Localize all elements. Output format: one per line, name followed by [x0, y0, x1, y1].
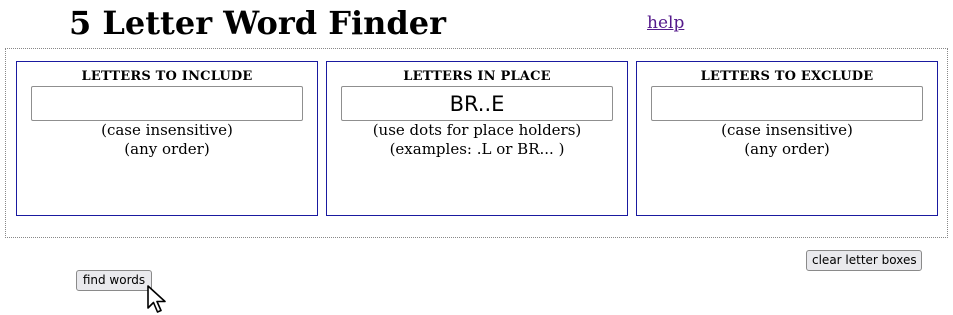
find-words-button[interactable]: find words [76, 270, 152, 291]
mouse-pointer-icon [147, 285, 166, 313]
include-letters-input[interactable] [31, 86, 303, 121]
include-letters-title: LETTERS TO INCLUDE [81, 69, 253, 84]
include-note-order: (any order) [124, 140, 210, 158]
include-letters-panel: LETTERS TO INCLUDE (case insensitive) (a… [16, 61, 318, 216]
place-letters-title: LETTERS IN PLACE [403, 69, 551, 84]
clear-letter-boxes-button[interactable]: clear letter boxes [806, 250, 922, 271]
exclude-letters-input[interactable] [651, 86, 923, 121]
page-title: 5 Letter Word Finder [69, 4, 446, 42]
place-note-dots: (use dots for place holders) [372, 121, 582, 139]
exclude-letters-panel: LETTERS TO EXCLUDE (case insensitive) (a… [636, 61, 938, 216]
exclude-note-case: (case insensitive) [721, 121, 853, 139]
place-letters-input[interactable] [341, 86, 613, 121]
help-link[interactable]: help [647, 13, 684, 33]
include-note-case: (case insensitive) [101, 121, 233, 139]
exclude-note-order: (any order) [744, 140, 830, 158]
place-note-examples: (examples: .L or BR... ) [389, 140, 565, 158]
exclude-letters-title: LETTERS TO EXCLUDE [700, 69, 874, 84]
place-letters-panel: LETTERS IN PLACE (use dots for place hol… [326, 61, 628, 216]
